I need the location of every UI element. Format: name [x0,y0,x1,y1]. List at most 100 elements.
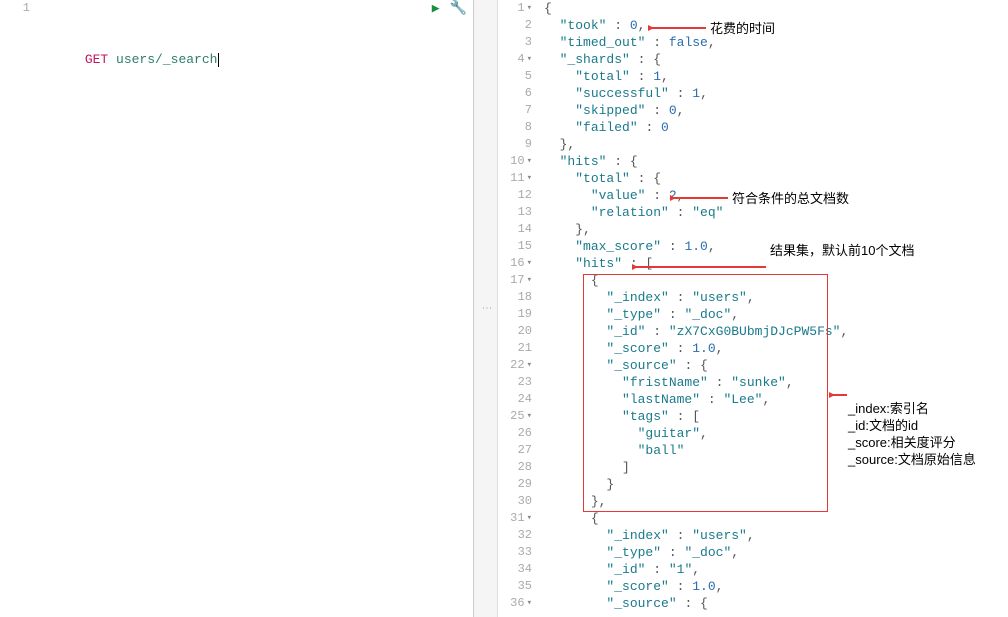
line-number: 9 [498,136,532,153]
code-line: "total" : { [544,170,1008,187]
token-punc: , [731,545,739,560]
line-number: 11▾ [498,170,532,187]
token-num: 2 [669,188,677,203]
token-punc: : [700,392,723,407]
token-num: 1 [692,86,700,101]
fold-toggle-icon[interactable]: ▾ [527,595,532,612]
token-punc: , [708,35,716,50]
token-punc: , [716,579,724,594]
token-num: 0 [669,103,677,118]
token-key: "hits" [560,154,607,169]
token-str: "ball" [638,443,685,458]
annotation-total: 符合条件的总文档数 [732,188,849,207]
line-number: 7 [498,102,532,119]
line-number: 32 [498,527,532,544]
token-punc: : [708,375,731,390]
token-punc: : [661,239,684,254]
token-key: "took" [560,18,607,33]
fold-toggle-icon[interactable]: ▾ [527,408,532,425]
line-number: 31▾ [498,510,532,527]
fold-toggle-icon[interactable]: ▾ [527,357,532,374]
token-punc: : { [677,596,708,611]
token-key: "skipped" [575,103,645,118]
token-str: "guitar" [638,426,700,441]
code-line: "_source" : { [544,357,1008,374]
token-punc: , [677,188,685,203]
code-line: { [544,510,1008,527]
token-punc: , [677,103,685,118]
token-num: 1.0 [692,579,715,594]
response-pane: 1▾234▾5678910▾11▾1213141516▾17▾181920212… [498,0,1008,617]
code-line: "successful" : 1, [544,85,1008,102]
code-line: "_index" : "users", [544,527,1008,544]
code-line: "_score" : 1.0, [544,340,1008,357]
token-key: "_id" [606,562,645,577]
fold-toggle-icon[interactable]: ▾ [527,51,532,68]
token-punc: , [700,426,708,441]
token-key: "_score" [606,341,668,356]
token-key: "tags" [622,409,669,424]
line-number: 13 [498,204,532,221]
code-line: "total" : 1, [544,68,1008,85]
pane-divider[interactable]: ⋮ [474,0,498,617]
token-punc: }, [560,137,576,152]
token-key: "relation" [591,205,669,220]
token-punc: : [669,341,692,356]
token-punc: : { [606,154,637,169]
fold-toggle-icon[interactable]: ▾ [527,510,532,527]
token-key: "_score" [606,579,668,594]
token-key: "_id" [606,324,645,339]
code-line: "_source" : { [544,595,1008,612]
token-punc: { [591,273,599,288]
line-number: 14 [498,221,532,238]
code-line: "_score" : 1.0, [544,578,1008,595]
token-punc: : [645,35,668,50]
token-punc: { [544,1,552,16]
request-code[interactable]: GET users/_search [38,0,473,85]
code-line: } [544,476,1008,493]
token-key: "hits" [575,256,622,271]
wrench-icon[interactable]: 🔧 [450,0,467,17]
fold-toggle-icon[interactable]: ▾ [527,153,532,170]
line-number: 22▾ [498,357,532,374]
annotation-hits: 结果集，默认前10个文档 [770,240,914,259]
token-punc: }, [591,494,607,509]
line-number: 12 [498,187,532,204]
line-number: 26 [498,425,532,442]
token-punc: : { [630,171,661,186]
token-punc: , [762,392,770,407]
token-str: "eq" [692,205,723,220]
line-number: 3 [498,34,532,51]
token-str: "users" [692,528,747,543]
code-line: { [544,0,1008,17]
code-line: }, [544,136,1008,153]
line-number: 30 [498,493,532,510]
token-punc: , [747,290,755,305]
token-key: "_type" [606,307,661,322]
token-key: "_type" [606,545,661,560]
token-punc: : [661,545,684,560]
token-num: 0 [630,18,638,33]
fold-toggle-icon[interactable]: ▾ [527,0,532,17]
line-number: 24 [498,391,532,408]
token-punc: : { [630,52,661,67]
line-number: 33 [498,544,532,561]
line-number: 16▾ [498,255,532,272]
run-query-icon[interactable]: ▶ [432,1,440,16]
token-punc: : [638,120,661,135]
code-line: "_id" : "1", [544,561,1008,578]
request-path: users/_search [116,52,217,67]
token-punc: : [669,528,692,543]
token-punc: , [747,528,755,543]
response-code[interactable]: { "took" : 0, "timed_out" : false, "_sha… [544,0,1008,612]
token-num: 1.0 [684,239,707,254]
token-key: "_source" [606,358,676,373]
fold-toggle-icon[interactable]: ▾ [527,272,532,289]
token-punc: : [669,290,692,305]
token-punc: : { [677,358,708,373]
fold-toggle-icon[interactable]: ▾ [527,170,532,187]
code-line: "_type" : "_doc", [544,306,1008,323]
fold-toggle-icon[interactable]: ▾ [527,255,532,272]
code-line: "_shards" : { [544,51,1008,68]
line-number: 5 [498,68,532,85]
